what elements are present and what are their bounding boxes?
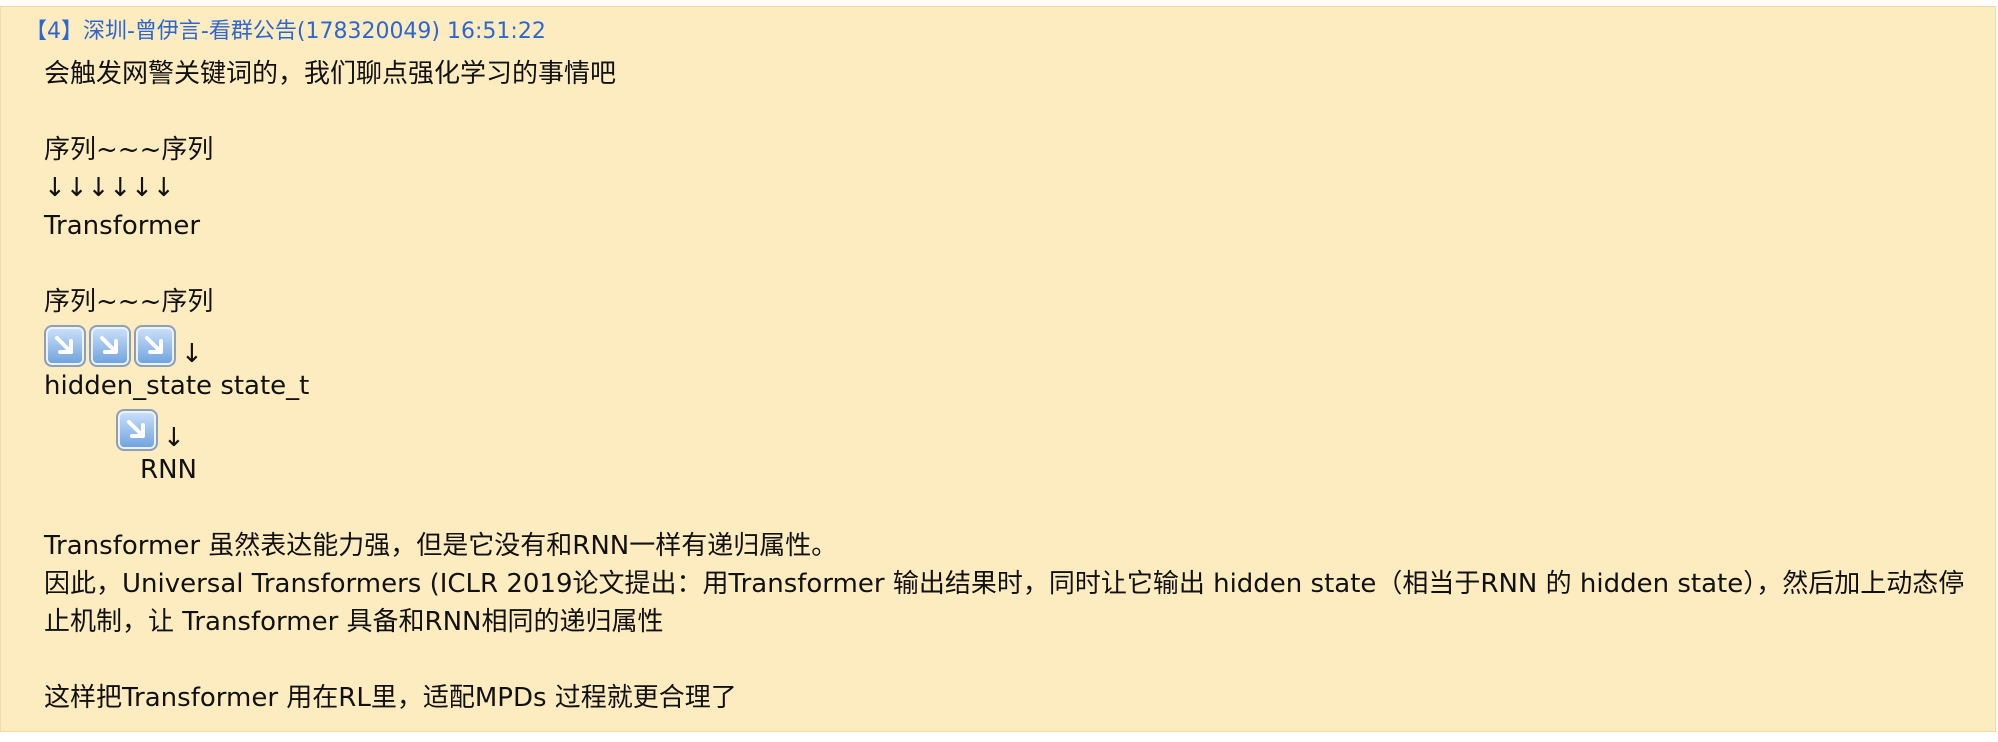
message-line: 序列~~~序列 (44, 135, 214, 165)
down-arrow-text: ↓ (163, 423, 185, 453)
arrow-down-right-emoji-icon (116, 409, 158, 451)
message-line: 会触发网警关键词的，我们聊点强化学习的事情吧 (44, 59, 617, 89)
message-line: RNN (140, 455, 197, 485)
message-line: 这样把Transformer 用在RL里，适配MPDs 过程就更合理了 (44, 683, 737, 713)
arrow-down-right-emoji-icon (89, 325, 131, 367)
message-line: Transformer 虽然表达能力强，但是它没有和RNN一样有递归属性。 (44, 531, 838, 561)
emoji-row: ↓ (44, 405, 1984, 451)
arrow-down-right-emoji-icon (44, 325, 86, 367)
message-body: 会触发网警关键词的，我们聊点强化学习的事情吧 序列~~~序列 ↓↓↓↓↓↓ Tr… (44, 55, 1984, 717)
emoji-row: ↓ (44, 321, 1984, 367)
message-header[interactable]: 【4】深圳-曾伊言-看群公告(178320049) 16:51:22 (25, 15, 546, 49)
message-line: hidden_state state_t (44, 371, 310, 401)
chat-message: 【4】深圳-曾伊言-看群公告(178320049) 16:51:22 会触发网警… (0, 6, 1996, 732)
message-line: Transformer (44, 211, 201, 241)
message-line: 序列~~~序列 (44, 287, 214, 317)
arrow-down-right-emoji-icon (134, 325, 176, 367)
message-line: 因此，Universal Transformers (ICLR 2019论文提出… (44, 569, 1965, 637)
down-arrow-text: ↓ (181, 339, 203, 369)
message-line: ↓↓↓↓↓↓ (44, 173, 175, 203)
